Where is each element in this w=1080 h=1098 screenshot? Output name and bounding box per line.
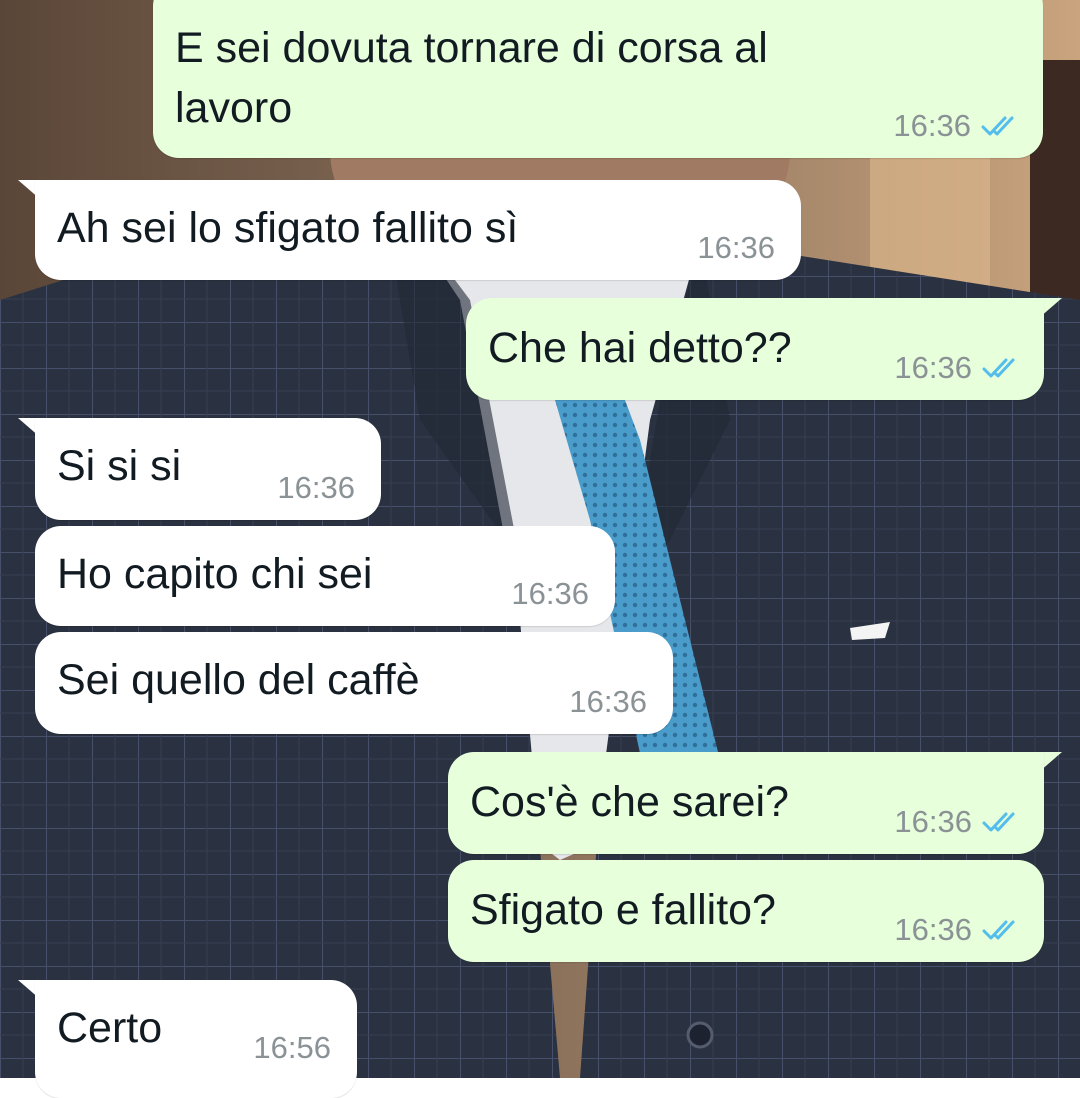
double-check-icon: [981, 115, 1021, 137]
message-meta: 16:36: [569, 684, 647, 720]
outgoing-message[interactable]: Che hai detto?? 16:36: [466, 298, 1044, 400]
double-check-icon: [982, 811, 1022, 833]
message-text: E sei dovuta tornare di corsa al lavoro: [175, 18, 768, 138]
incoming-message[interactable]: Si si si 16:36: [35, 418, 381, 520]
message-time: 16:36: [697, 230, 775, 265]
message-meta: 16:56: [253, 1030, 331, 1066]
outgoing-message[interactable]: Cos'è che sarei? 16:36: [448, 752, 1044, 854]
message-text: Certo: [57, 1004, 163, 1052]
message-meta: 16:36: [894, 350, 1022, 386]
message-time: 16:36: [511, 576, 589, 611]
message-text-line: E sei dovuta tornare di corsa al: [175, 24, 768, 72]
message-text: Si si si: [57, 442, 182, 490]
incoming-message[interactable]: Certo 16:56: [35, 980, 357, 1098]
message-time: 16:36: [277, 470, 355, 505]
outgoing-message[interactable]: Sfigato e fallito? 16:36: [448, 860, 1044, 962]
incoming-message[interactable]: Ah sei lo sfigato fallito sì 16:36: [35, 180, 801, 280]
message-meta: 16:36: [277, 470, 355, 506]
message-meta: 16:36: [697, 230, 775, 266]
message-text: Sfigato e fallito?: [470, 886, 776, 934]
message-time: 16:36: [894, 912, 972, 947]
message-text: Cos'è che sarei?: [470, 778, 789, 826]
incoming-message[interactable]: Ho capito chi sei 16:36: [35, 526, 615, 626]
message-time: 16:36: [569, 684, 647, 719]
message-time: 16:36: [893, 108, 971, 143]
message-meta: 16:36: [894, 912, 1022, 948]
message-time: 16:56: [253, 1030, 331, 1065]
message-meta: 16:36: [893, 108, 1021, 144]
message-text: Sei quello del caffè: [57, 656, 420, 704]
outgoing-message[interactable]: E sei dovuta tornare di corsa al lavoro …: [153, 0, 1043, 158]
double-check-icon: [982, 357, 1022, 379]
message-time: 16:36: [894, 804, 972, 839]
message-time: 16:36: [894, 350, 972, 385]
message-text: Ho capito chi sei: [57, 550, 373, 598]
message-text: Che hai detto??: [488, 324, 792, 372]
message-meta: 16:36: [511, 576, 589, 612]
message-text-line: lavoro: [175, 84, 293, 132]
double-check-icon: [982, 919, 1022, 941]
incoming-message[interactable]: Sei quello del caffè 16:36: [35, 632, 673, 734]
message-meta: 16:36: [894, 804, 1022, 840]
message-text: Ah sei lo sfigato fallito sì: [57, 204, 519, 252]
